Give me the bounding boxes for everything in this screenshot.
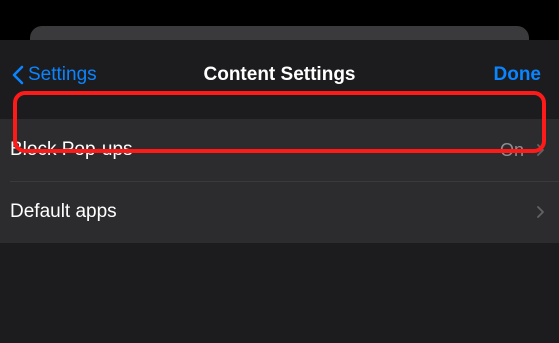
navigation-bar: Settings Content Settings Done — [0, 40, 559, 118]
row-value: On — [499, 139, 524, 160]
default-apps-row[interactable]: Default apps — [0, 181, 559, 243]
content-settings-sheet: Settings Content Settings Done Block Pop… — [0, 40, 559, 343]
row-label: Default apps — [10, 201, 117, 222]
done-button[interactable]: Done — [494, 64, 542, 86]
row-label: Block Pop-ups — [10, 139, 133, 160]
chevron-right-icon — [537, 144, 544, 156]
chevron-right-icon — [537, 206, 544, 218]
page-title: Content Settings — [203, 64, 356, 85]
block-popups-row[interactable]: Block Pop-ups On — [0, 119, 559, 181]
settings-list: Block Pop-ups On Default apps — [0, 119, 559, 243]
